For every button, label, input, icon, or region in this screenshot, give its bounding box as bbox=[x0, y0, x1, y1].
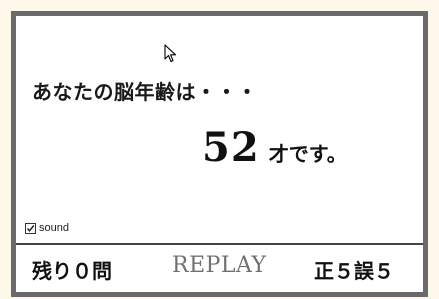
checkmark-icon bbox=[26, 224, 35, 232]
brain-age-suffix: 才です。 bbox=[268, 142, 347, 166]
brain-age-intro-text: あなたの脳年齢は・・・ bbox=[32, 80, 258, 104]
sound-label: sound bbox=[39, 222, 69, 234]
remaining-questions: 残り０問 bbox=[32, 259, 112, 283]
mouse-cursor-icon bbox=[164, 44, 177, 63]
status-bar: 残り０問 REPLAY 正５誤５ bbox=[16, 243, 423, 292]
brain-age-result: 52 才です。 bbox=[202, 124, 347, 171]
replay-button[interactable]: REPLAY bbox=[172, 253, 267, 278]
sound-toggle[interactable]: sound bbox=[25, 222, 69, 234]
brain-age-value: 52 bbox=[202, 124, 260, 171]
score-summary: 正５誤５ bbox=[314, 259, 394, 283]
game-frame: あなたの脳年齢は・・・ 52 才です。 sound 残り０問 REPLAY 正５… bbox=[11, 11, 428, 297]
sound-checkbox[interactable] bbox=[25, 222, 36, 234]
result-panel: あなたの脳年齢は・・・ 52 才です。 sound bbox=[16, 16, 423, 243]
